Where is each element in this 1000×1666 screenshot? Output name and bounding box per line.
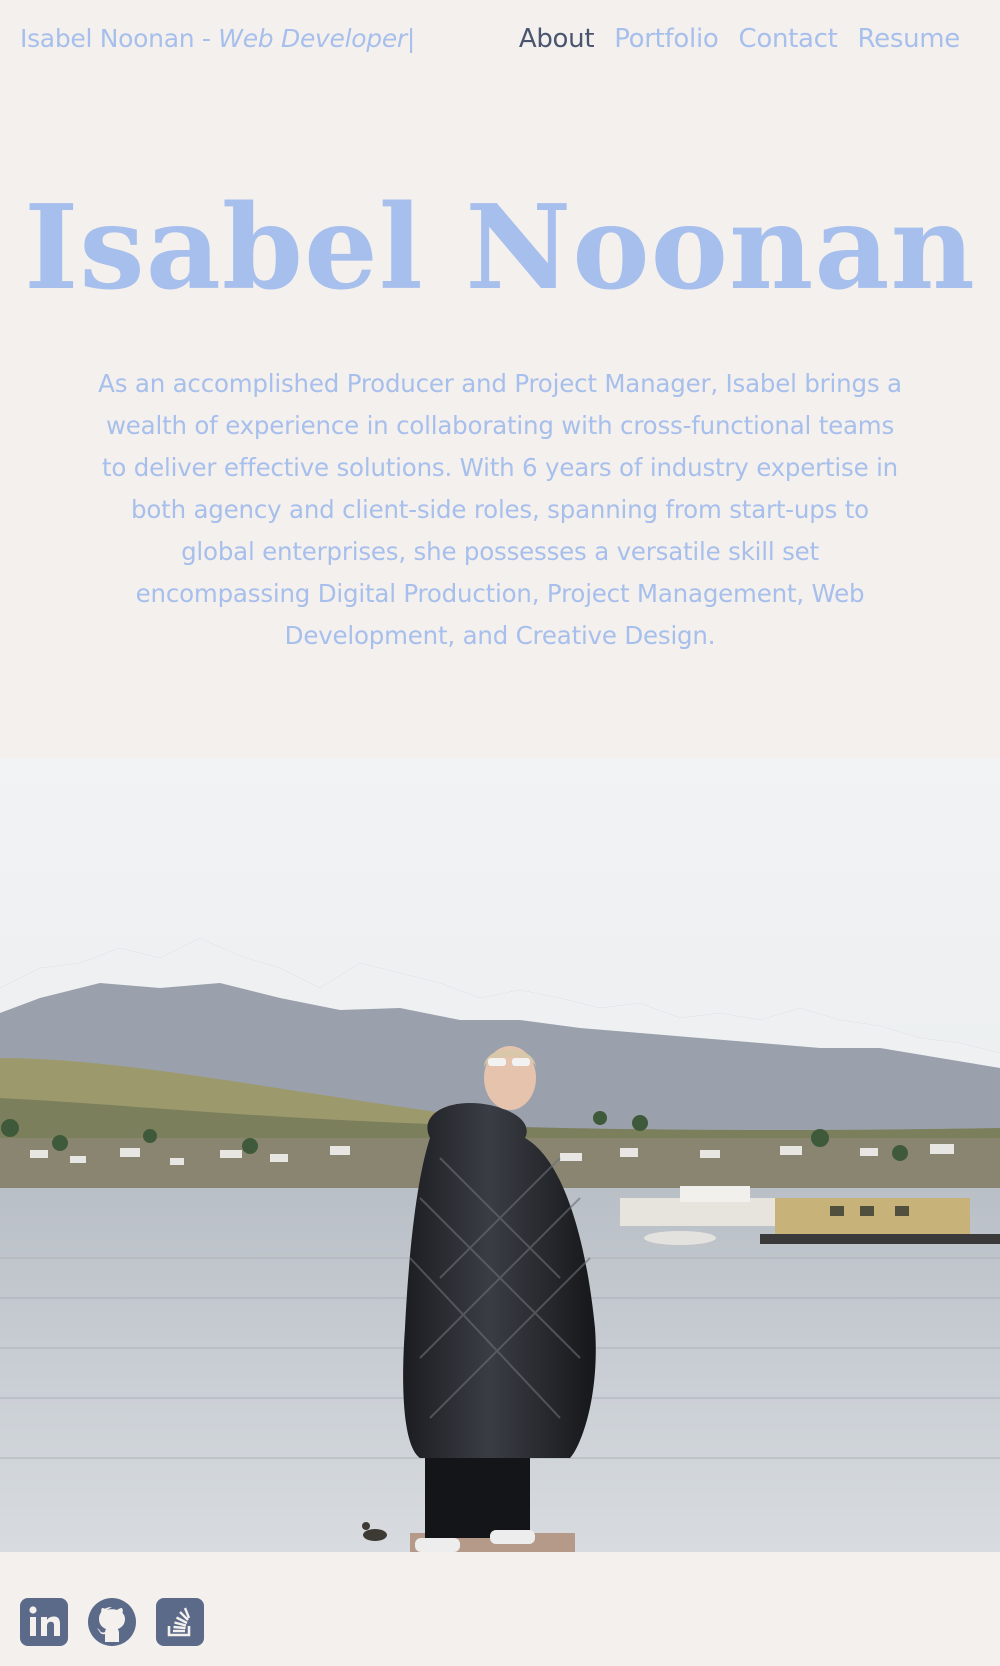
lake-photo-illustration [0,758,1000,1552]
site-header: Isabel Noonan - Web Developer| About Por… [0,0,1000,82]
stackoverflow-link[interactable] [156,1598,204,1646]
nav-resume[interactable]: Resume [858,24,961,54]
github-link[interactable] [88,1598,136,1646]
site-footer [0,1552,1000,1666]
nav-contact[interactable]: Contact [738,24,837,54]
main-nav: About Portfolio Contact Resume [519,24,960,54]
hero-photo [0,758,1000,1552]
hero-bio: As an accomplished Producer and Project … [98,369,902,650]
nav-portfolio[interactable]: Portfolio [614,24,719,54]
social-links [20,1598,204,1646]
linkedin-icon [20,1598,68,1646]
brand[interactable]: Isabel Noonan - Web Developer| [20,24,415,53]
stackoverflow-icon [156,1598,204,1646]
nav-about[interactable]: About [519,24,595,54]
brand-role: Web Developer| [218,24,415,53]
linkedin-link[interactable] [20,1598,68,1646]
hero-title: Isabel Noonan [24,180,976,316]
brand-name: Isabel Noonan - [20,24,219,53]
github-icon [88,1598,136,1646]
